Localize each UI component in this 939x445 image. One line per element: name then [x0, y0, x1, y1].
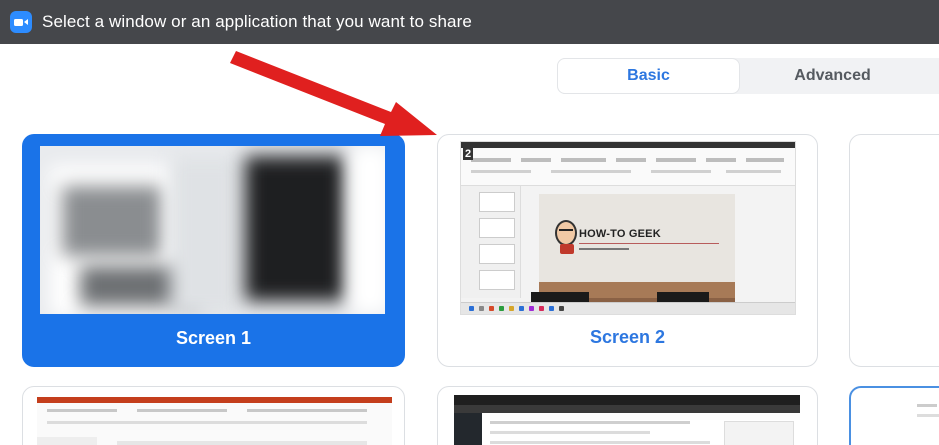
window-tile-partial[interactable] [849, 134, 939, 367]
tab-basic[interactable]: Basic [557, 58, 740, 94]
share-screen-dialog: Select a window or an application that y… [0, 0, 939, 445]
tab-advanced[interactable]: Advanced [740, 58, 925, 94]
window-tile-partial-2[interactable] [849, 386, 939, 445]
screen-2-thumbnail: HOW-TO GEEK 2 [460, 141, 796, 315]
window-thumbnail [37, 397, 392, 445]
screen-1-tile[interactable]: Screen 1 [22, 134, 405, 367]
video-camera-icon [10, 11, 32, 33]
screen-2-label: Screen 2 [589, 327, 666, 347]
geek-mascot-icon [555, 220, 577, 254]
screen-1-label: Screen 1 [175, 328, 252, 348]
screen-2-tile[interactable]: HOW-TO GEEK 2 Screen 2 [437, 134, 818, 367]
taskbar [461, 302, 795, 314]
tab-bar: Basic Advanced [557, 58, 939, 94]
window-thumbnail [911, 400, 939, 445]
screen-2-badge: 2 [463, 148, 474, 160]
title-bar: Select a window or an application that y… [0, 0, 939, 44]
window-tile-powerpoint[interactable] [22, 386, 405, 445]
window-title: Select a window or an application that y… [42, 12, 472, 31]
window-tile-browser[interactable] [437, 386, 818, 445]
slide-preview: HOW-TO GEEK [539, 194, 735, 304]
slide-title: HOW-TO GEEK [579, 228, 661, 240]
window-thumbnail [454, 395, 800, 445]
screen-1-thumbnail [40, 146, 385, 314]
